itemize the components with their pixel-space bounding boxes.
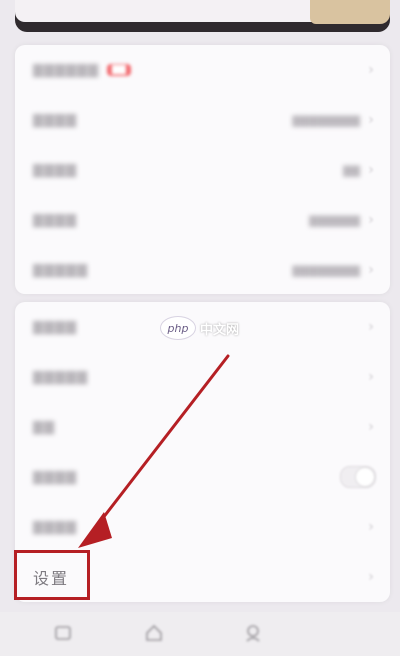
home-icon[interactable] [54,624,72,642]
settings-highlight-box [14,550,90,600]
new-badge: ▇▇ [107,64,131,76]
toggle-knob [356,468,374,486]
chevron-right-icon: › [368,519,374,535]
menu-row-label: ▇▇▇▇ [33,469,77,485]
menu-row-value: ▇▇▇▇▇▇▇▇ [292,113,360,127]
chevron-right-icon: › [368,62,374,78]
watermark-text: 中文网 [200,322,240,338]
vip-badge [310,0,390,24]
home-icon[interactable] [145,624,163,642]
menu-row-label: ▇▇▇▇ [33,162,77,178]
menu-row-9[interactable]: ▇▇▇▇ [15,452,390,502]
chevron-right-icon: › [368,262,374,278]
watermark: php 中文网 [160,316,239,340]
chevron-right-icon: › [368,162,374,178]
chevron-right-icon: › [368,569,374,585]
member-banner[interactable] [15,0,390,32]
menu-row-4[interactable]: ▇▇▇▇ ▇▇▇▇▇▇ › [15,195,390,245]
menu-row-10[interactable]: ▇▇▇▇ › [15,502,390,552]
chevron-right-icon: › [368,212,374,228]
menu-row-label: ▇▇▇▇ [33,519,77,535]
menu-row-label: ▇▇ [33,419,55,435]
mode-toggle[interactable] [340,466,376,488]
menu-row-label: ▇▇▇▇ [33,212,77,228]
chevron-right-icon: › [368,369,374,385]
menu-row-label: ▇▇▇▇▇ [33,369,88,385]
bottom-tab-bar [0,612,400,656]
profile-icon[interactable] [244,624,262,642]
menu-row-value: ▇▇▇▇▇▇▇▇ [292,263,360,277]
menu-row-5[interactable]: ▇▇▇▇▇ ▇▇▇▇▇▇▇▇ › [15,245,390,295]
menu-row-value: ▇▇▇▇▇▇ [309,213,360,227]
menu-row-1[interactable]: ▇▇▇▇▇▇ ▇▇ › [15,45,390,95]
chevron-right-icon: › [368,419,374,435]
chevron-right-icon: › [368,319,374,335]
screen: ▇▇▇▇▇▇ ▇▇ › ▇▇▇▇ ▇▇▇▇▇▇▇▇ › ▇▇▇▇ ▇▇ › ▇▇… [0,0,400,656]
menu-row-label: ▇▇▇▇ [33,319,77,335]
menu-card-primary: ▇▇▇▇▇▇ ▇▇ › ▇▇▇▇ ▇▇▇▇▇▇▇▇ › ▇▇▇▇ ▇▇ › ▇▇… [15,45,390,294]
menu-row-7[interactable]: ▇▇▇▇▇ › [15,352,390,402]
menu-row-label: ▇▇▇▇▇ [33,262,88,278]
menu-row-3[interactable]: ▇▇▇▇ ▇▇ › [15,145,390,195]
menu-row-label: ▇▇▇▇▇▇ [33,62,99,78]
watermark-logo: php [160,316,196,340]
menu-row-8[interactable]: ▇▇ › [15,402,390,452]
menu-row-label: ▇▇▇▇ [33,112,77,128]
menu-row-value: ▇▇ [343,163,360,177]
menu-row-2[interactable]: ▇▇▇▇ ▇▇▇▇▇▇▇▇ › [15,95,390,145]
chevron-right-icon: › [368,112,374,128]
